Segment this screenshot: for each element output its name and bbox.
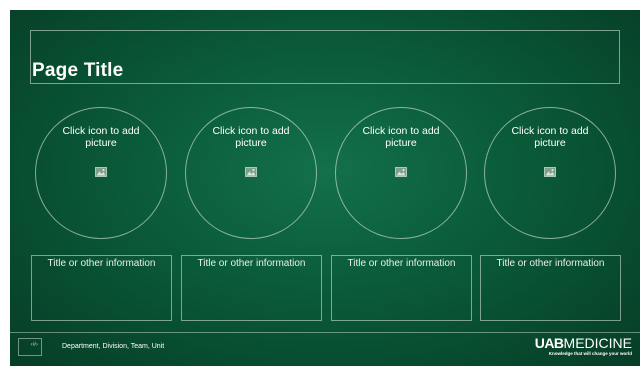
logo-tagline: Knowledge that will change your world — [548, 351, 632, 356]
picture-icon[interactable] — [95, 167, 107, 177]
picture-placeholder-label: Click icon to add picture — [212, 125, 290, 149]
picture-placeholder[interactable]: Click icon to add picture — [185, 107, 317, 239]
picture-placeholder[interactable]: Click icon to add picture — [335, 107, 467, 239]
picture-placeholder[interactable]: Click icon to add picture — [35, 107, 167, 239]
logo-wordmark: UABMEDICINE — [535, 336, 632, 351]
info-text-box[interactable]: Title or other information — [181, 255, 322, 321]
logo-medicine: MEDICINE — [563, 335, 632, 351]
picture-placeholder-label: Click icon to add picture — [62, 125, 140, 149]
info-text-box[interactable]: Title or other information — [331, 255, 472, 321]
footer-divider — [10, 332, 640, 333]
slide-number: ‹#› — [30, 342, 38, 348]
picture-icon[interactable] — [544, 167, 556, 177]
page-title[interactable]: Page Title — [32, 60, 123, 82]
picture-placeholder-label: Click icon to add picture — [362, 125, 440, 149]
info-text-label: Title or other information — [197, 258, 306, 269]
picture-icon[interactable] — [395, 167, 407, 177]
logo-uab: UAB — [534, 335, 564, 351]
picture-icon[interactable] — [245, 167, 257, 177]
picture-placeholder-label: Click icon to add picture — [511, 125, 589, 149]
info-text-box[interactable]: Title or other information — [31, 255, 172, 321]
info-text-label: Title or other information — [347, 258, 456, 269]
info-text-box[interactable]: Title or other information — [480, 255, 621, 321]
footer-text[interactable]: Department, Division, Team, Unit — [62, 343, 164, 350]
slide-number-box[interactable]: ‹#› — [18, 338, 42, 356]
info-text-label: Title or other information — [47, 258, 156, 269]
slide: Page Title Click icon to add picture Cli… — [10, 10, 640, 366]
uab-medicine-logo: UABMEDICINE Knowledge that will change y… — [535, 336, 632, 357]
info-text-label: Title or other information — [496, 258, 605, 269]
picture-placeholder[interactable]: Click icon to add picture — [484, 107, 616, 239]
